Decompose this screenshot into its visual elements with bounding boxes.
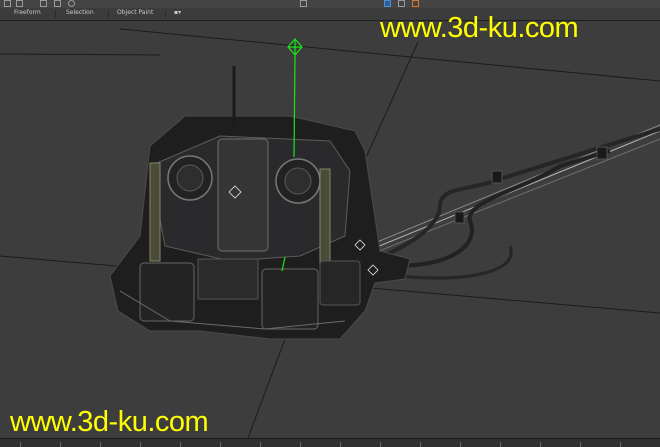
timeline-tick xyxy=(20,442,21,447)
ribbon-divider xyxy=(165,10,166,18)
move-icon[interactable] xyxy=(40,0,47,7)
tab-selection[interactable]: Selection xyxy=(66,9,94,16)
ribbon-divider xyxy=(55,10,56,18)
rotate-icon[interactable] xyxy=(54,0,61,7)
timeline-tick xyxy=(460,442,461,447)
timeline-tick xyxy=(580,442,581,447)
timeline-ruler[interactable] xyxy=(0,438,660,447)
timeline-tick xyxy=(340,442,341,447)
tab-freeform[interactable]: Freeform xyxy=(14,9,41,16)
timeline-tick xyxy=(140,442,141,447)
timeline-tick xyxy=(300,442,301,447)
watermark-text: www.3d-ku.com xyxy=(10,406,209,438)
timeline-tick xyxy=(220,442,221,447)
timeline-tick xyxy=(420,442,421,447)
render-setup-icon[interactable] xyxy=(398,0,405,7)
timeline-tick xyxy=(100,442,101,447)
perspective-viewport[interactable] xyxy=(0,21,660,438)
scale-icon[interactable] xyxy=(68,0,75,7)
timeline-tick xyxy=(500,442,501,447)
timeline-tick xyxy=(60,442,61,447)
tab-object-paint[interactable]: Object Paint xyxy=(117,9,153,16)
timeline-tick xyxy=(180,442,181,447)
scene-canvas[interactable] xyxy=(0,21,660,438)
max-window: Freeform Selection Object Paint ▪▾ www.3… xyxy=(0,0,660,447)
material-editor-icon[interactable] xyxy=(384,0,391,7)
snap-icon[interactable] xyxy=(300,0,307,7)
ribbon-options-dropdown[interactable]: ▪▾ xyxy=(174,9,181,16)
render-icon[interactable] xyxy=(412,0,419,7)
ribbon-divider xyxy=(108,10,109,18)
watermark-text: www.3d-ku.com xyxy=(380,12,579,44)
select-icon[interactable] xyxy=(4,0,11,7)
timeline-tick xyxy=(380,442,381,447)
select-region-icon[interactable] xyxy=(16,0,23,7)
timeline-tick xyxy=(540,442,541,447)
timeline-tick xyxy=(260,442,261,447)
cable-bundle xyxy=(369,124,660,280)
engine-model[interactable] xyxy=(109,66,411,340)
timeline-tick xyxy=(620,442,621,447)
